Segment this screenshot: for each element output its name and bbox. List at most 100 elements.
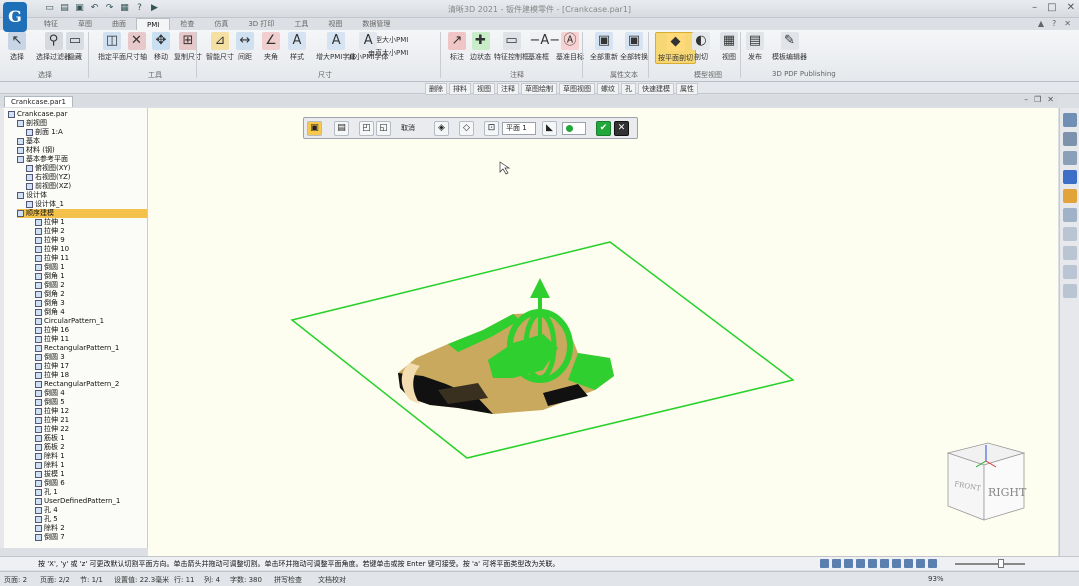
measure-icon[interactable] — [1062, 265, 1077, 279]
ribbon-button[interactable]: ▦ 视图 — [720, 32, 738, 62]
shading-icon[interactable] — [892, 559, 901, 568]
coincident-plane-button[interactable]: ◰ — [359, 121, 374, 136]
zoom-area-icon[interactable] — [820, 559, 829, 568]
tree-node[interactable]: 拉伸 1 — [35, 218, 65, 227]
command-bar-item[interactable]: 视图 — [473, 83, 495, 95]
properties-icon[interactable] — [1062, 151, 1077, 165]
plane-display-button[interactable]: ◇ — [459, 121, 474, 136]
ribbon-button[interactable]: ▭ 隐藏 — [66, 32, 84, 62]
app-logo[interactable]: G — [3, 2, 27, 32]
tree-node[interactable]: 孔 4 — [35, 506, 58, 515]
tree-node[interactable]: CircularPattern_1 — [35, 317, 104, 326]
command-bar-item[interactable]: 注释 — [497, 83, 519, 95]
tree-node[interactable]: 倒圆 6 — [35, 479, 65, 488]
tree-node[interactable]: 设计体 — [17, 191, 47, 200]
ribbon-button[interactable]: ◫ 指定平面 — [98, 32, 126, 62]
rotate-icon[interactable] — [868, 559, 877, 568]
tree-node[interactable]: 拉伸 9 — [35, 236, 65, 245]
ribbon-tab[interactable]: 曲面 — [102, 18, 136, 30]
command-bar-item[interactable]: 草图绘制 — [521, 83, 557, 95]
sketch-view-icon[interactable] — [880, 559, 889, 568]
accept-button[interactable]: ✔ — [596, 121, 611, 136]
ribbon-button[interactable]: ↔ 间距 — [236, 32, 254, 62]
doc-close-icon[interactable]: ✕ — [1047, 95, 1054, 104]
tree-node[interactable]: 筋板 1 — [35, 434, 65, 443]
fit-icon[interactable] — [844, 559, 853, 568]
zoom-slider[interactable] — [955, 563, 1025, 565]
tree-node[interactable]: 前视图(XZ) — [26, 182, 71, 191]
parallel-plane-button[interactable]: ◱ — [376, 121, 391, 136]
ribbon-button[interactable]: ▣ 全部重新 — [590, 32, 618, 62]
tree-node[interactable]: Crankcase.par — [8, 110, 67, 119]
ribbon-button[interactable]: A 样式 — [288, 32, 306, 62]
tree-node[interactable]: 基本 — [17, 137, 40, 146]
maximize-icon[interactable]: □ — [1047, 2, 1056, 13]
tree-node[interactable]: 拉伸 10 — [35, 245, 69, 254]
plane-step-button[interactable]: ▤ — [334, 121, 349, 136]
command-bar-item[interactable]: 快速建模 — [638, 83, 674, 95]
layers-icon[interactable] — [1062, 132, 1077, 146]
view-icon[interactable] — [1062, 208, 1077, 222]
command-bar-item[interactable]: 螺纹 — [597, 83, 619, 95]
tree-node[interactable]: 倒圆 7 — [35, 533, 65, 542]
tree-node[interactable]: 倒圆 4 — [35, 389, 65, 398]
tree-node[interactable]: 拉伸 2 — [35, 227, 65, 236]
model-view[interactable]: FRONT RIGHT — [148, 108, 1058, 556]
command-bar-item[interactable]: 属性 — [676, 83, 698, 95]
tree-node[interactable]: 拉伸 11 — [35, 254, 69, 263]
document-tab[interactable]: Crankcase.par1 — [4, 96, 73, 107]
color-select[interactable] — [562, 122, 586, 135]
tree-node[interactable]: 除料 1 — [35, 452, 65, 461]
graphics-viewport[interactable]: FRONT RIGHT — [148, 108, 1058, 556]
cancel-label[interactable]: 取消 — [401, 123, 415, 133]
tree-node[interactable]: 孔 1 — [35, 488, 58, 497]
doc-restore-icon[interactable]: ❐ — [1034, 95, 1041, 104]
ribbon-button[interactable]: ◆ 按平面剖切 — [655, 32, 696, 64]
direction-arrow-icon[interactable] — [530, 278, 550, 298]
ribbon-tab[interactable]: 3D 打印 — [238, 18, 284, 30]
tree-node[interactable]: 剖面 1:A — [26, 128, 63, 137]
ribbon-tab[interactable]: 仿真 — [204, 18, 238, 30]
tree-node[interactable]: 倒圆 3 — [35, 353, 65, 362]
tree-node[interactable]: 基本参考平面 — [17, 155, 68, 164]
tree-node[interactable]: 除料 2 — [35, 524, 65, 533]
tree-node[interactable]: 拉伸 16 — [35, 326, 69, 335]
ribbon-tab[interactable]: 特征 — [34, 18, 68, 30]
tree-node[interactable]: 倒角 2 — [35, 290, 65, 299]
command-bar-item[interactable]: 删除 — [425, 83, 447, 95]
tree-node[interactable]: 拉伸 17 — [35, 362, 69, 371]
notes-icon[interactable] — [1062, 284, 1077, 298]
tree-node[interactable]: 材料 (钢) — [17, 146, 55, 155]
command-bar-item[interactable]: 孔 — [621, 83, 636, 95]
tree-node[interactable]: 拉伸 22 — [35, 425, 69, 434]
plane-lock-button[interactable]: ⊡ — [484, 121, 499, 136]
ribbon-button[interactable]: ✕ 尺寸轴 — [126, 32, 147, 62]
zoom-icon[interactable] — [832, 559, 841, 568]
ribbon-tab[interactable]: 视图 — [318, 18, 352, 30]
tree-node[interactable]: 剖视图 — [17, 119, 47, 128]
ribbon-button[interactable]: Ⓐ 基准目标 — [556, 32, 584, 62]
ribbon-button[interactable]: ⊞ 复制尺寸 — [174, 32, 202, 62]
tree-node[interactable]: 顺序建模 — [17, 209, 147, 218]
tree-node[interactable]: 拉伸 12 — [35, 407, 69, 416]
tree-node[interactable]: 俯视图(XY) — [26, 164, 71, 173]
ribbon-button[interactable]: ▣ 全部转换 — [620, 32, 648, 62]
doc-minimize-icon[interactable]: – — [1024, 95, 1028, 104]
tree-node[interactable]: 孔 5 — [35, 515, 58, 524]
close-doc-icon[interactable]: ✕ — [1064, 19, 1071, 28]
color-plane-button[interactable]: ◈ — [434, 121, 449, 136]
ribbon-button[interactable]: ✎ 模板编辑器 — [772, 32, 807, 62]
ribbon-button[interactable]: ∠ 夹角 — [262, 32, 280, 62]
tree-node[interactable]: 拉伸 18 — [35, 371, 69, 380]
close-icon[interactable]: ✕ — [1067, 2, 1075, 13]
named-view-icon[interactable] — [916, 559, 925, 568]
status-doc-check[interactable]: 文档校对 — [318, 575, 346, 585]
tree-node[interactable]: 倒角 3 — [35, 299, 65, 308]
settings-icon[interactable] — [1062, 246, 1077, 260]
ribbon-tab[interactable]: PMI — [136, 18, 171, 30]
plane-select[interactable]: 平面 1 — [502, 122, 536, 135]
panel-icon[interactable] — [1062, 113, 1077, 127]
zoom-slider-handle[interactable] — [998, 559, 1004, 568]
command-bar-item[interactable]: 排料 — [449, 83, 471, 95]
cancel-button[interactable]: ✕ — [614, 121, 629, 136]
